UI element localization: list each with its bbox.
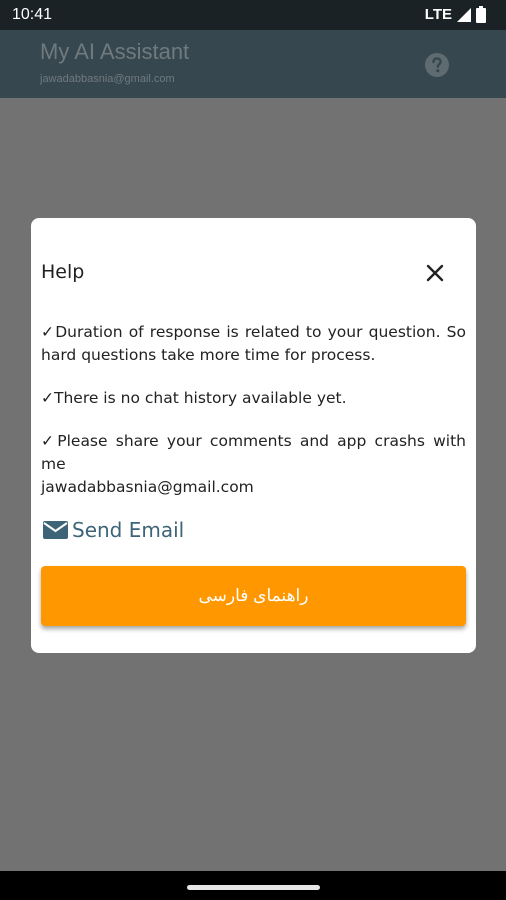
network-type: LTE	[424, 6, 452, 23]
persian-guide-button[interactable]: راهنمای فارسی	[41, 566, 466, 626]
signal-icon	[457, 7, 471, 22]
help-item-chat-history: ✓There is no chat history available yet.	[41, 389, 347, 407]
contact-email: jawadabbasnia@gmail.com	[41, 478, 254, 496]
status-icons: LTE	[425, 6, 486, 23]
status-bar: 10:41 LTE	[0, 0, 506, 30]
send-email-label: Send Email	[72, 518, 185, 542]
status-time: 10:41	[12, 6, 53, 23]
app-bar: My AI Assistant jawadabbasnia@gmail.com	[0, 30, 506, 98]
close-icon[interactable]	[424, 262, 446, 284]
send-email-link[interactable]: Send Email	[42, 518, 184, 542]
app-title: My AI Assistant	[40, 39, 190, 64]
navigation-bar	[0, 871, 506, 900]
home-indicator[interactable]	[187, 885, 320, 890]
feedback-text: ✓Please share your comments and app cras…	[41, 432, 466, 473]
battery-icon	[476, 6, 486, 23]
help-item-response-duration: ✓Duration of response is related to your…	[41, 323, 466, 364]
dialog-title: Help	[41, 261, 85, 283]
help-item-feedback: ✓Please share your comments and app cras…	[41, 430, 466, 499]
help-circle-icon[interactable]	[424, 52, 450, 78]
help-dialog: Help ✓Duration of response is related to…	[31, 218, 476, 653]
mail-icon	[43, 521, 68, 539]
app-subtitle: jawadabbasnia@gmail.com	[40, 73, 175, 85]
